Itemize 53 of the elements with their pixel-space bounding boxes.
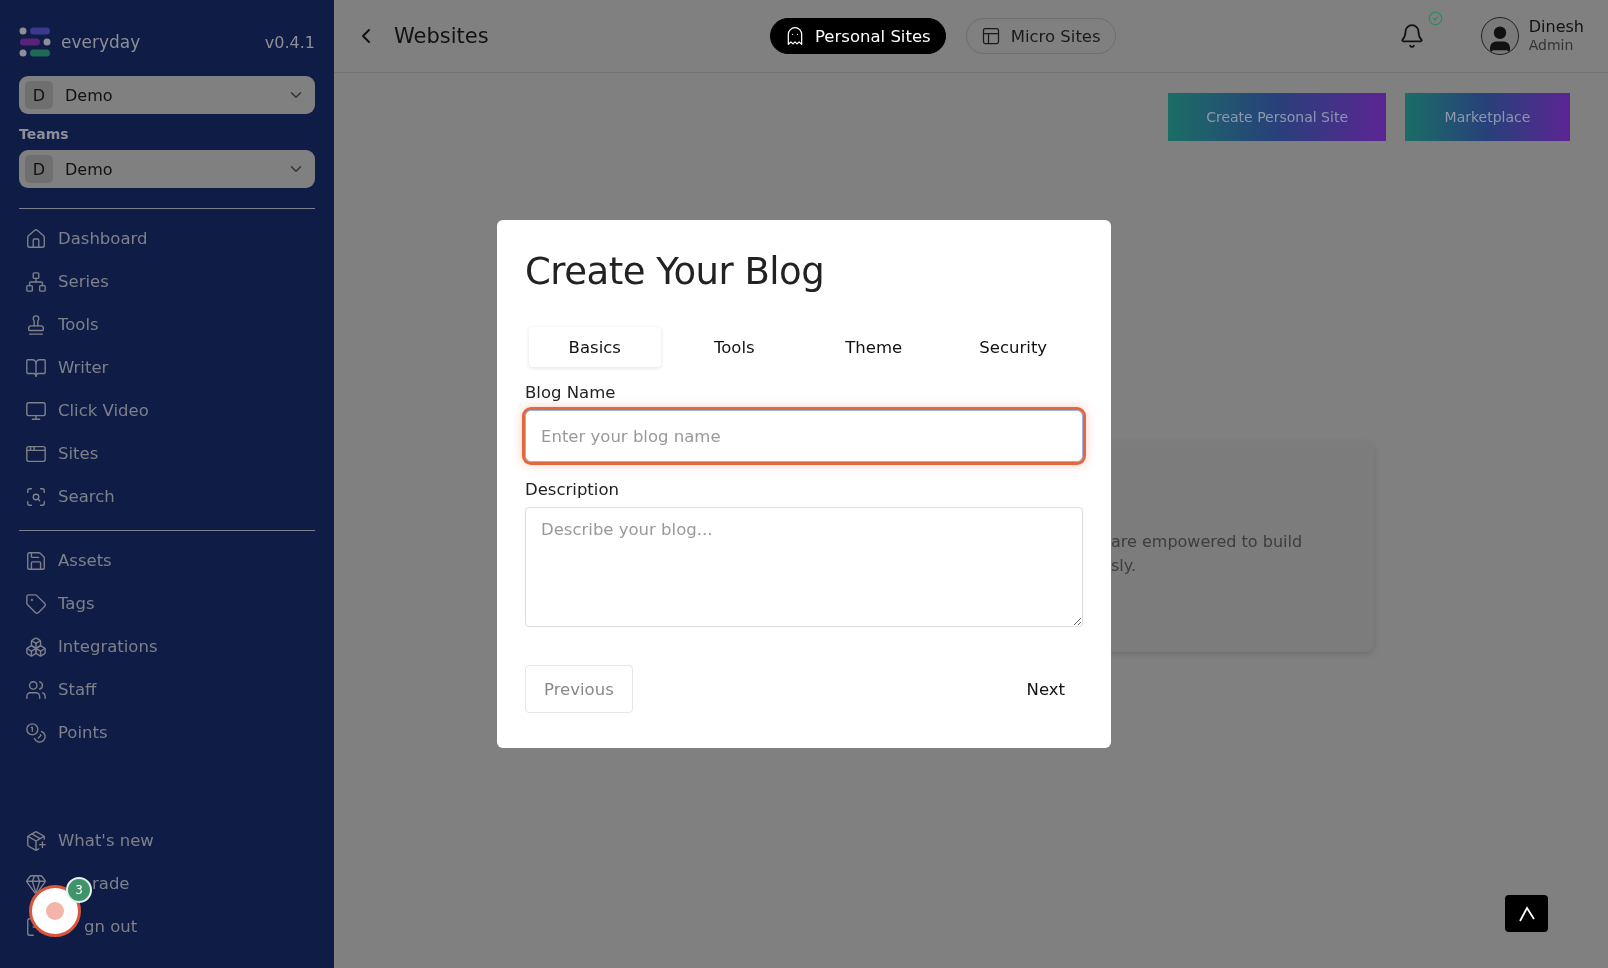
nav-link[interactable]: rade bbox=[92, 874, 130, 893]
action-button[interactable]: Create Personal Site bbox=[1168, 93, 1386, 141]
nav-link[interactable]: Series bbox=[58, 272, 109, 291]
site-tab[interactable]: Personal Sites bbox=[770, 18, 946, 54]
scroll-top-button[interactable] bbox=[1505, 895, 1548, 932]
action-button[interactable]: Marketplace bbox=[1405, 93, 1570, 141]
brand-name: everyday bbox=[61, 32, 142, 52]
team-select[interactable]: D Demo bbox=[19, 150, 315, 188]
nav-link[interactable]: What's new bbox=[58, 831, 154, 850]
hierarchy-icon bbox=[25, 270, 47, 293]
nav-link[interactable]: Tags bbox=[58, 594, 95, 613]
input-field[interactable]: Enter your blog name bbox=[525, 410, 1083, 462]
workspace-select[interactable]: D Demo bbox=[19, 76, 315, 114]
field-label: Blog Name bbox=[525, 383, 617, 402]
boxes-icon bbox=[25, 635, 47, 658]
nav-link[interactable]: Dashboard bbox=[58, 229, 148, 248]
users-icon bbox=[25, 678, 47, 701]
nav-link[interactable]: Staff bbox=[58, 680, 97, 699]
card-text: are empowered to build bbox=[1111, 531, 1303, 553]
caret-up-icon bbox=[1517, 904, 1536, 923]
tag-icon bbox=[25, 592, 47, 615]
user-role: Admin bbox=[1528, 37, 1575, 55]
nav-link[interactable]: Assets bbox=[58, 551, 112, 570]
logo-icon bbox=[19, 27, 51, 57]
version-label: v0.4.1 bbox=[264, 32, 315, 52]
card-text: sly. bbox=[1111, 555, 1137, 577]
nav-link[interactable]: Integrations bbox=[58, 637, 158, 656]
bell-icon[interactable] bbox=[1398, 23, 1425, 49]
page-title: Websites bbox=[394, 24, 490, 48]
avatar[interactable] bbox=[1480, 17, 1519, 55]
dialog-title: Create Your Blog bbox=[525, 250, 826, 293]
nav-link[interactable]: Points bbox=[58, 723, 108, 742]
house-icon bbox=[25, 227, 47, 250]
layout-icon bbox=[980, 26, 1001, 46]
text-area[interactable]: Describe your blog... bbox=[525, 507, 1083, 627]
ghost-icon bbox=[785, 26, 805, 46]
nav-link[interactable]: Sites bbox=[58, 444, 99, 463]
nav-link[interactable]: Click Video bbox=[58, 401, 149, 420]
stamp-icon bbox=[25, 313, 47, 336]
step-tab[interactable]: Basics bbox=[529, 327, 661, 367]
book-icon bbox=[25, 356, 47, 379]
nav-link[interactable]: Search bbox=[58, 487, 115, 506]
monitor-icon bbox=[25, 399, 47, 422]
nav-link[interactable]: gn out bbox=[84, 917, 138, 936]
diamond-icon bbox=[25, 872, 47, 895]
scan-search-icon bbox=[25, 485, 47, 508]
teams-label: Teams bbox=[19, 126, 70, 142]
package-plus-icon bbox=[25, 829, 47, 852]
field-label: Description bbox=[525, 480, 620, 499]
nav-link[interactable]: Writer bbox=[58, 358, 109, 377]
coins-icon bbox=[25, 721, 47, 744]
nav-link[interactable]: Tools bbox=[58, 315, 99, 334]
user-name: Dinesh bbox=[1528, 17, 1584, 38]
